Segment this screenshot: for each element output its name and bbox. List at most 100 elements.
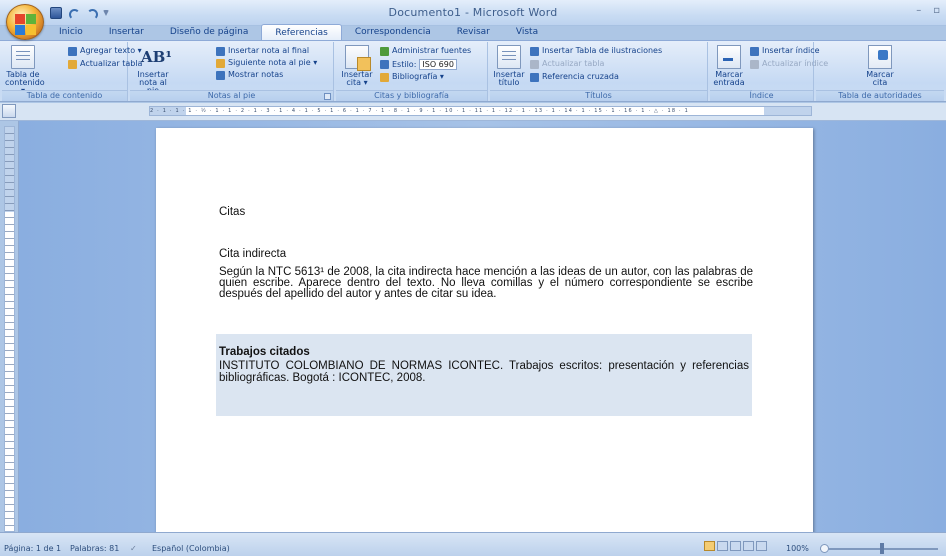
group-titulos: Insertar título Insertar Tabla de ilustr… [490, 42, 708, 101]
group-label: Títulos [490, 90, 707, 101]
bibliografia-label: Bibliografía ▾ [392, 72, 444, 81]
administrar-fuentes-button[interactable]: Administrar fuentes [380, 46, 471, 56]
endnote-icon [216, 46, 225, 56]
ribbon-tabs: Inicio Insertar Diseño de página Referen… [46, 24, 551, 41]
estilo-control: Estilo:ISO 690 - I ▾ [380, 59, 458, 70]
estilo-dropdown[interactable]: ISO 690 - I ▾ [419, 59, 458, 70]
proofing-icon[interactable]: ✓ [130, 544, 137, 553]
mostrar-notas-button[interactable]: Mostrar notas [216, 70, 283, 80]
full-screen-view-icon[interactable] [717, 541, 728, 551]
bibliography-icon [380, 72, 389, 82]
quick-access-toolbar [50, 6, 109, 20]
insertar-cita-button[interactable]: Insertar cita ▾ [338, 45, 376, 87]
group-indice: Marcar entrada Insertar índice Actualiza… [710, 42, 828, 101]
table-of-contents-icon [11, 45, 35, 69]
group-label: Tabla de autoridades [816, 90, 944, 101]
insertar-titulo-button[interactable]: Insertar título [491, 45, 527, 87]
document-page[interactable]: Citas Cita indirecta Según la NTC 5613¹ … [156, 128, 813, 548]
undo-icon[interactable] [67, 7, 80, 20]
cross-reference-icon [530, 72, 539, 82]
insertar-nota-final-button[interactable]: Insertar nota al final [216, 46, 309, 56]
group-label: Citas y bibliografía [336, 90, 487, 101]
customize-toolbar-icon[interactable] [103, 10, 109, 16]
referencia-cruzada-button[interactable]: Referencia cruzada [530, 72, 619, 82]
referencia-cruzada-label: Referencia cruzada [542, 72, 619, 81]
dialog-launcher-icon[interactable] [324, 93, 331, 100]
print-layout-view-icon[interactable] [704, 541, 715, 551]
insertar-nota-final-label: Insertar nota al final [228, 46, 310, 55]
window-title: Documento1 - Microsoft Word [388, 6, 558, 19]
redo-icon[interactable] [85, 7, 98, 19]
manage-sources-icon [380, 46, 389, 56]
tabla-contenido-button[interactable]: Tabla de contenido ▾ [5, 45, 45, 95]
view-ruler-icon[interactable] [2, 104, 16, 118]
actualizar-tabla-ilustraciones-button[interactable]: Actualizar tabla [530, 59, 604, 69]
siguiente-nota-label: Siguiente nota al pie ▾ [228, 58, 318, 67]
group-label: Tabla de contenido [2, 90, 127, 101]
insert-caption-icon [497, 45, 521, 69]
show-notes-icon [216, 70, 225, 80]
tab-diseno-pagina[interactable]: Diseño de página [157, 24, 262, 41]
group-citas: Insertar cita ▾ Administrar fuentes Esti… [336, 42, 488, 101]
insertar-tabla-ilustraciones-label: Insertar Tabla de ilustraciones [542, 46, 663, 55]
insertar-indice-button[interactable]: Insertar índice [750, 46, 820, 56]
ruler-ticks [5, 127, 14, 531]
word-count[interactable]: Palabras: 81 [70, 544, 119, 553]
group-label: Índice [710, 90, 813, 101]
style-icon [380, 60, 389, 69]
administrar-fuentes-label: Administrar fuentes [392, 46, 472, 55]
marcar-entrada-button[interactable]: Marcar entrada [711, 45, 747, 87]
view-buttons [704, 541, 767, 551]
group-autoridades: Marcar cita Tabla de autoridades [816, 42, 944, 101]
document-paragraph[interactable]: Según la NTC 5613¹ de 2008, la cita indi… [219, 266, 753, 300]
document-subtitle[interactable]: Cita indirecta [219, 248, 286, 260]
zoom-slider-thumb[interactable] [880, 543, 884, 554]
bibliography-block[interactable]: Trabajos citados INSTITUTO COLOMBIANO DE… [216, 334, 752, 416]
page-count[interactable]: Página: 1 de 1 [4, 544, 61, 553]
bibliografia-button[interactable]: Bibliografía ▾ [380, 72, 444, 82]
draft-view-icon[interactable] [756, 541, 767, 551]
marcar-entrada-label: Marcar entrada [713, 70, 745, 87]
insertar-tabla-ilustraciones-button[interactable]: Insertar Tabla de ilustraciones [530, 46, 662, 56]
tab-revisar[interactable]: Revisar [444, 24, 503, 41]
insertar-cita-label: Insertar cita ▾ [341, 70, 373, 87]
vertical-ruler[interactable] [4, 126, 15, 532]
tab-insertar[interactable]: Insertar [96, 24, 157, 41]
mostrar-notas-label: Mostrar notas [228, 70, 284, 79]
update-table-icon [530, 59, 539, 69]
ribbon: Tabla de contenido ▾ Agregar texto ▾ Act… [0, 40, 946, 102]
siguiente-nota-button[interactable]: Siguiente nota al pie ▾ [216, 58, 317, 68]
marcar-cita-label: Marcar cita [866, 70, 894, 87]
office-button[interactable] [6, 4, 44, 40]
bibliography-entry: INSTITUTO COLOMBIANO DE NORMAS ICONTEC. … [219, 360, 749, 384]
minimize-button[interactable]: – [916, 5, 921, 16]
zoom-out-icon[interactable] [820, 544, 829, 553]
save-icon[interactable] [50, 7, 62, 19]
title-bar: Documento1 - Microsoft Word – ▫ [0, 0, 946, 26]
insertar-titulo-label: Insertar título [493, 70, 525, 87]
outline-view-icon[interactable] [743, 541, 754, 551]
insertar-nota-pie-button[interactable]: AB¹ Insertar nota al pie [132, 45, 174, 95]
next-footnote-icon [216, 58, 225, 68]
document-title[interactable]: Citas [219, 206, 245, 218]
footnote-icon: AB¹ [141, 48, 172, 66]
maximize-button[interactable]: ▫ [933, 5, 940, 16]
mark-entry-icon [717, 45, 741, 69]
zoom-slider[interactable] [820, 543, 938, 554]
actualizar-tabla-ilustraciones-label: Actualizar tabla [542, 59, 605, 68]
language-indicator[interactable]: Español (Colombia) [152, 544, 230, 553]
marcar-cita-button[interactable]: Marcar cita [862, 45, 898, 87]
tab-vista[interactable]: Vista [503, 24, 551, 41]
tab-referencias[interactable]: Referencias [261, 24, 342, 41]
window-controls: – ▫ [916, 5, 940, 16]
tab-inicio[interactable]: Inicio [46, 24, 96, 41]
group-label: Notas al pie [130, 90, 333, 101]
web-layout-view-icon[interactable] [730, 541, 741, 551]
status-bar: Página: 1 de 1 Palabras: 81 ✓ Español (C… [0, 532, 946, 556]
ruler-separator [18, 121, 19, 532]
tab-correspondencia[interactable]: Correspondencia [342, 24, 444, 41]
bibliography-heading: Trabajos citados [219, 346, 310, 358]
zoom-level[interactable]: 100% [786, 544, 809, 553]
horizontal-ruler[interactable]: 2 · 1 · 1 · 1 · ½ · 1 · 1 · 2 · 1 · 3 · … [149, 106, 812, 116]
group-notas-pie: AB¹ Insertar nota al pie Insertar nota a… [130, 42, 334, 101]
